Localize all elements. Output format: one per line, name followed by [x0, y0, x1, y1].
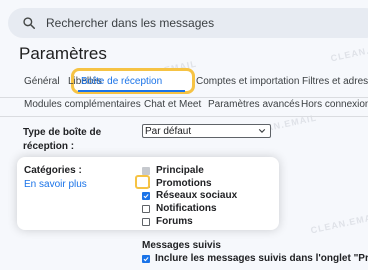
category-promotions[interactable]: Promotions: [142, 178, 212, 189]
search-icon[interactable]: [16, 10, 42, 36]
category-label: Principale: [156, 165, 204, 176]
tab-filters[interactable]: Filtres et adresses: [302, 76, 368, 87]
category-label: Forums: [156, 216, 193, 227]
category-social[interactable]: Réseaux sociaux: [142, 190, 237, 201]
tab-general[interactable]: Général: [24, 76, 60, 87]
watermark: CLEAN.EMAIL: [329, 38, 368, 64]
category-label: Réseaux sociaux: [156, 190, 238, 201]
conversation-option[interactable]: Inclure les messages suivis dans l'ongle…: [142, 253, 368, 264]
category-label: Notifications: [156, 203, 217, 214]
checkbox-social[interactable]: [142, 191, 150, 200]
tab-chat-meet[interactable]: Chat et Meet: [144, 99, 201, 110]
conversation-option-label: Inclure les messages suivis dans l'ongle…: [155, 253, 368, 264]
categories-card: Catégories : En savoir plus Principale P…: [17, 157, 279, 230]
checkbox-notifications[interactable]: [142, 204, 150, 213]
category-primary: Principale: [142, 165, 204, 176]
inbox-type-value: Par défaut: [145, 126, 192, 137]
category-label: Promotions: [156, 178, 212, 189]
search-bar[interactable]: Rechercher dans les messages: [8, 8, 368, 38]
gmail-settings-screen: CLEAN.EMAIL CLEAN.EMAIL CLEAN.EMAIL CLEA…: [0, 0, 368, 270]
category-forums[interactable]: Forums: [142, 216, 193, 227]
tab-inbox[interactable]: Boîte de réception: [81, 76, 162, 87]
checkbox-conversation[interactable]: [142, 254, 150, 263]
tab-offline[interactable]: Hors connexion: [301, 99, 368, 110]
conversation-title: Messages suivis: [142, 240, 221, 251]
inbox-type-label: Type de boîte de réception :: [23, 127, 102, 152]
promotions-highlight: [135, 175, 150, 189]
category-notifications[interactable]: Notifications: [142, 203, 217, 214]
tab-addons[interactable]: Modules complémentaires: [24, 99, 141, 110]
checkbox-forums[interactable]: [142, 217, 150, 226]
inbox-type-select[interactable]: Par défaut: [142, 124, 271, 138]
subtabs-divider: [0, 116, 368, 117]
learn-more-link[interactable]: En savoir plus: [24, 179, 87, 190]
page-title: Paramètres: [19, 44, 107, 63]
check-icon: [143, 256, 149, 261]
checkbox-primary: [142, 166, 150, 175]
categories-label: Catégories :: [24, 165, 82, 176]
settings-subtabs: Modules complémentaires Chat et Meet Par…: [0, 98, 368, 112]
check-icon: [143, 193, 149, 198]
chevron-down-icon: [258, 129, 266, 133]
settings-tabs: Général Libellés Boîte de réception Comp…: [0, 66, 368, 96]
search-input[interactable]: Rechercher dans les messages: [46, 16, 214, 30]
active-tab-underline: [78, 90, 185, 92]
tab-accounts-import[interactable]: Comptes et importation: [196, 76, 299, 87]
tab-advanced[interactable]: Paramètres avancés: [208, 99, 300, 110]
watermark: CLEAN.EMAIL: [309, 210, 368, 236]
